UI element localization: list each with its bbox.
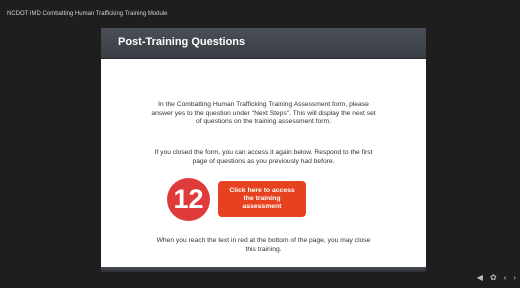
instruction-paragraph-3: When you reach the text in red at the bo… (156, 237, 371, 253)
previous-slide-icon[interactable]: ‹ (504, 274, 507, 282)
settings-icon[interactable]: ✿ (490, 274, 497, 282)
player-title: NCDOT IMD Combatting Human Trafficking T… (7, 11, 168, 17)
slide-footer-bar (101, 267, 426, 272)
step-number-badge: 12 (167, 178, 210, 221)
slide-title: Post-Training Questions (118, 36, 246, 48)
access-assessment-button[interactable]: Click here to access the training assess… (218, 181, 306, 217)
slide-stage: Post-Training Questions In the Combattin… (101, 28, 426, 272)
slide-header: Post-Training Questions (101, 28, 426, 58)
access-assessment-button-label: Click here to access the training assess… (229, 187, 295, 210)
instruction-paragraph-2: If you closed the form, you can access i… (154, 149, 373, 165)
next-slide-icon[interactable]: › (513, 274, 516, 282)
slide-content: In the Combatting Human Trafficking Trai… (101, 59, 426, 267)
instruction-paragraph-1: In the Combatting Human Trafficking Trai… (151, 101, 376, 126)
volume-icon[interactable]: ◀ (477, 274, 483, 282)
player-controls: ◀ ✿ ‹ › (477, 274, 516, 282)
